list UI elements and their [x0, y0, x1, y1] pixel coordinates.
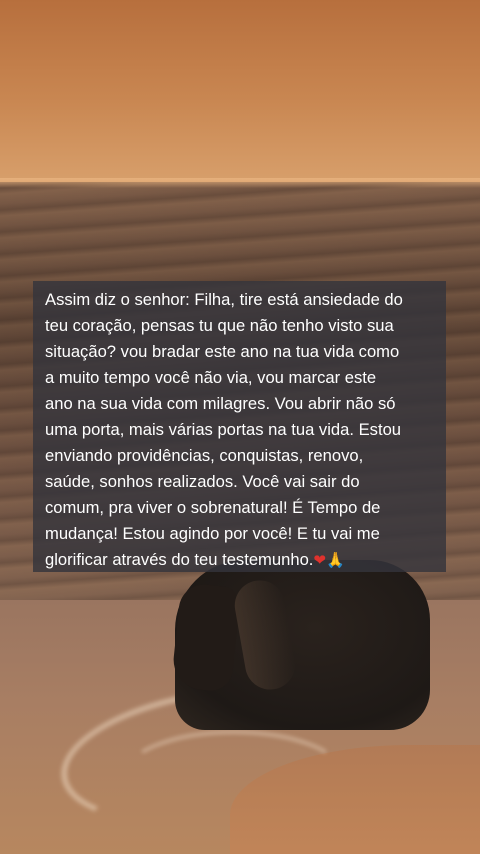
- horizon-glow: [0, 178, 480, 188]
- message-line: situação? vou bradar este ano na tua vid…: [45, 342, 400, 361]
- red-heart-icon: ❤: [313, 551, 326, 569]
- message-text: Assim diz o senhor: Filha, tire está ans…: [45, 287, 436, 573]
- message-line: ano na sua vida com milagres. Vou abrir …: [45, 394, 396, 413]
- message-line-last: glorificar através do teu testemunho.❤🙏: [45, 547, 436, 573]
- message-line: saúde, sonhos realizados. Você vai sair …: [45, 472, 360, 491]
- wave-foam-inner: [120, 730, 348, 828]
- message-line: mudança! Estou agindo por você! E tu vai…: [45, 524, 380, 543]
- message-line: uma porta, mais várias portas na tua vid…: [45, 420, 402, 439]
- praying-hands-icon: 🙏: [326, 551, 345, 569]
- message-line: Assim diz o senhor: Filha, tire está ans…: [45, 290, 403, 309]
- message-text-box: Assim diz o senhor: Filha, tire está ans…: [33, 281, 446, 572]
- message-line: a muito tempo você não via, vou marcar e…: [45, 368, 377, 387]
- message-line: teu coração, pensas tu que não tenho vis…: [45, 316, 394, 335]
- sunset-sky: [0, 0, 480, 185]
- message-line-text: glorificar através do teu testemunho.: [45, 550, 314, 569]
- figure-arm: [170, 582, 242, 693]
- message-line: comum, pra viver o sobrenatural! É Tempo…: [45, 498, 381, 517]
- message-line: enviando providências, conquistas, renov…: [45, 446, 364, 465]
